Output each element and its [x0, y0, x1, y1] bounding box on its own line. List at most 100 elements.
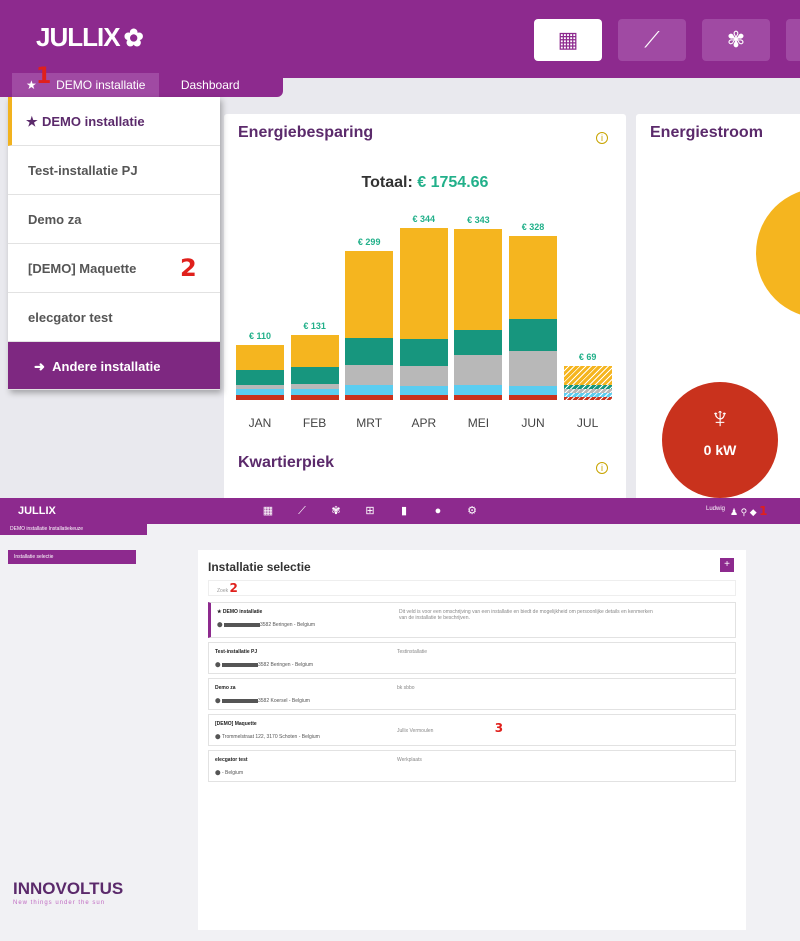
user-name[interactable]: Ludwig — [706, 506, 725, 512]
dropdown-item-maquette[interactable]: [DEMO] Maquette 2 — [8, 244, 220, 293]
bulb-icon[interactable]: ● — [430, 503, 446, 519]
battery-icon[interactable]: ▮ — [396, 503, 412, 519]
totaal-label: Totaal: € 1754.66 — [361, 174, 489, 191]
star-icon: ★ — [217, 609, 222, 615]
bar-segment — [509, 236, 557, 319]
breadcrumb[interactable]: DEMO installatie Installatiekeuze — [0, 524, 147, 535]
bar-value-label: € 131 — [303, 320, 326, 331]
top-navbar: JULLIX ✿ ▦ ⟋ ✾ — [0, 0, 800, 78]
bar-segment — [290, 367, 339, 384]
breadcrumb-page[interactable]: Dashboard — [163, 73, 240, 97]
bar-segment — [345, 250, 394, 338]
installation-row[interactable]: [DEMO] Maquette ⬤ Trommelstraat 122, 317… — [208, 714, 736, 746]
bar-segment — [399, 386, 448, 395]
user-icon[interactable]: ♟ — [730, 507, 738, 517]
location-pin-icon: ⬤ — [215, 770, 221, 776]
installation-selection-card: Installatie selectie + Zoek 2 ★ DEMO ins… — [198, 550, 746, 930]
bar-value-label: € 110 — [248, 331, 272, 341]
dashboard-panel: JULLIX ✿ ▦ ⟋ ✾ ★ 1 DEMO installatie Dashb… — [0, 0, 800, 498]
breadcrumb: ★ 1 DEMO installatie Dashboard — [0, 65, 283, 97]
dropdown-item-label: [DEMO] Maquette — [28, 261, 137, 276]
bar-segment — [290, 384, 339, 389]
energiebesparing-card: Energiebesparing i Totaal: € 1754.66 € 1… — [224, 114, 626, 498]
bar-segment — [345, 385, 394, 395]
card-title: Energiebesparing — [238, 124, 374, 141]
bar-segment — [345, 395, 394, 400]
bar-segment — [345, 337, 394, 365]
installation-row[interactable]: elecgator test ⬤ - Belgium Werkplaats — [208, 750, 736, 782]
bar-segment — [290, 334, 339, 367]
dropdown-item-test-installatie[interactable]: Test-installatie PJ — [8, 146, 220, 195]
bar-segment — [454, 228, 503, 330]
dashboard-icon[interactable]: ▦ — [260, 503, 276, 519]
add-installation-button[interactable]: + — [720, 558, 734, 572]
installation-row[interactable]: Demo za ⬤ 3582 Koersel - Belgium bk sbbo — [208, 678, 736, 710]
search-input[interactable]: Zoek 2 — [208, 580, 736, 596]
top-navbar: JULLIX ▦ ⟋ ✾ ⊞ ▮ ● ⚙ Ludwig ♟ ⚲ ◆ 1 — [0, 498, 800, 524]
jullix-logo[interactable]: JULLIX — [18, 505, 56, 517]
bar-segment — [454, 355, 503, 385]
installation-selection-panel: JULLIX ▦ ⟋ ✾ ⊞ ▮ ● ⚙ Ludwig ♟ ⚲ ◆ 1 DEMO… — [0, 498, 800, 941]
brain-icon[interactable]: ✾ — [328, 503, 344, 519]
other-installation-button[interactable]: ➜ Andere installatie — [8, 342, 220, 390]
chart-icon: ⟋ — [644, 27, 660, 52]
bar-segment — [509, 386, 557, 395]
nav-brain-button[interactable]: ✾ — [702, 19, 770, 61]
installation-row[interactable]: ★ DEMO installatie ⬤ 3582 Beringen - Bel… — [208, 602, 736, 638]
installation-description: Dit veld is voor een omschrijving van ee… — [399, 609, 653, 621]
nav-extra-button[interactable] — [786, 19, 800, 61]
bar-segment — [399, 366, 448, 386]
power-tower-icon: ♆ — [708, 402, 732, 435]
notification-icon[interactable]: ◆ — [750, 507, 757, 517]
dropdown-item-elecgator[interactable]: elecgator test — [8, 293, 220, 342]
gear-icon[interactable]: ⚙ — [464, 503, 480, 519]
bar-segment — [563, 385, 612, 389]
star-icon: ★ — [26, 114, 38, 129]
bar-segment — [509, 318, 557, 351]
x-tick-label: FEB — [302, 416, 327, 430]
chart-icon[interactable]: ⟋ — [294, 503, 310, 519]
info-icon[interactable]: i — [596, 132, 608, 144]
sidebar-item-installation-selection[interactable]: Installatie selectie — [8, 550, 136, 564]
brain-logo-icon: ✿ — [123, 25, 144, 52]
dropdown-item-demo-za[interactable]: Demo za — [8, 195, 220, 244]
bar-segment — [454, 395, 503, 400]
x-tick-label: JAN — [248, 416, 272, 430]
installation-name: [DEMO] Maquette — [215, 721, 257, 727]
bar-segment — [454, 330, 503, 355]
arrow-right-icon: ➜ — [34, 359, 45, 374]
x-tick-label: MEI — [467, 416, 490, 430]
jullix-logo[interactable]: JULLIX ✿ — [36, 22, 144, 53]
info-icon[interactable]: i — [596, 462, 608, 474]
search-icon[interactable]: ⚲ — [741, 507, 748, 517]
installation-dropdown: ★ DEMO installatie Test-installatie PJ De… — [8, 97, 220, 390]
location-pin-icon: ⬤ — [217, 622, 223, 628]
bar-value-label: € 343 — [467, 214, 490, 225]
annotation-marker-2: 2 — [229, 581, 238, 595]
nav-dashboard-button[interactable]: ▦ — [534, 19, 602, 61]
nav-chart-button[interactable]: ⟋ — [618, 19, 686, 61]
bar-segment — [236, 395, 284, 400]
x-tick-label: MRT — [356, 416, 383, 430]
bar-segment — [345, 365, 394, 385]
bar-segment — [563, 397, 612, 400]
installation-name: ★ DEMO installatie — [217, 609, 263, 615]
bar-segment — [236, 370, 284, 385]
bar-segment — [236, 389, 284, 395]
bar-segment — [454, 385, 503, 395]
brand-tagline: New things under the sun — [13, 900, 106, 906]
x-tick-label: APR — [411, 416, 437, 430]
grid-icon[interactable]: ⊞ — [362, 503, 378, 519]
installation-address: ⬤ 3582 Beringen - Belgium — [215, 662, 314, 668]
bar-segment — [509, 395, 557, 400]
header-actions: ♟ ⚲ ◆ 1 — [730, 504, 768, 518]
installation-description: Testinstallatie — [397, 649, 428, 655]
bar-segment — [563, 365, 612, 385]
x-tick-label: JUN — [521, 416, 545, 430]
dropdown-item-demo-installatie[interactable]: ★ DEMO installatie — [8, 97, 220, 146]
card-title: Energiestroom — [650, 124, 763, 141]
brain-icon: ✾ — [726, 27, 746, 52]
installation-row[interactable]: Test-installatie PJ ⬤ 3582 Beringen - Be… — [208, 642, 736, 674]
x-tick-label: JUL — [576, 416, 599, 430]
breadcrumb-installation[interactable]: ★ 1 DEMO installatie — [12, 65, 160, 97]
